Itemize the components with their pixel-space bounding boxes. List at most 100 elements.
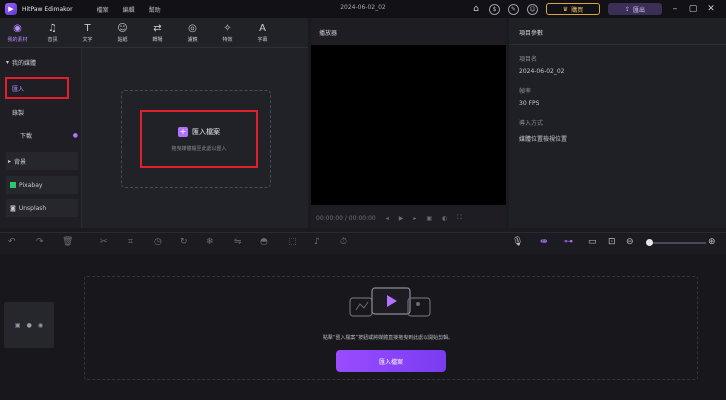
fullscreen-icon[interactable]: ⛶ (457, 214, 461, 222)
zoom-out-icon[interactable]: ⊖ (626, 237, 634, 247)
next-frame-icon[interactable]: ▸ (413, 215, 416, 222)
sticker-icon: ☺ (117, 22, 128, 34)
crop-icon[interactable]: ⌗ (128, 237, 133, 247)
import-title: 匯入檔案 (192, 127, 220, 136)
track-icon[interactable]: ▭ (588, 237, 597, 247)
delete-icon[interactable]: 🗑 (62, 237, 73, 247)
mirror-icon[interactable]: ⇋ (234, 237, 242, 247)
tab-label: 濾鏡 (187, 36, 198, 43)
tab-sticker[interactable]: ☺ 貼紙 (105, 18, 140, 48)
tab-filter[interactable]: ◎ 濾鏡 (175, 18, 210, 48)
properties-panel: 項目參數 項目名 2024-06-02_02 幀率 30 FPS 導入方式 媒體… (509, 18, 726, 228)
plus-icon: + (178, 126, 188, 137)
timer-icon[interactable]: ⏱ (340, 237, 347, 247)
timeline-toolbar (0, 232, 726, 254)
tab-label: 字幕 (257, 36, 268, 43)
sidebar-item-label: 下載 (20, 133, 33, 140)
sidebar-item-label: Pixabay (19, 181, 43, 189)
account-icon[interactable]: ☺ (527, 3, 538, 15)
tab-subtitle[interactable]: A 字幕 (245, 18, 280, 48)
close-icon[interactable]: ✕ (706, 4, 716, 14)
play-icon[interactable]: ▶ (399, 215, 404, 222)
tab-label: 文字 (82, 36, 93, 43)
sidebar-item-unsplash[interactable]: ◙ Unsplash (6, 199, 78, 217)
crop-frame-icon[interactable]: ⬚ (288, 237, 297, 247)
sidebar-section-label: 背景 (14, 158, 27, 166)
sidebar: ▾ 我的媒體 匯入 錄製 下載 ● ▸ 背景 Pixabay ◙ Unsplash (0, 48, 82, 228)
upgrade-button[interactable]: ♛ 購買 (546, 3, 600, 15)
snap-icon[interactable]: ⇼ (540, 237, 548, 247)
fit-icon[interactable]: ⊡ (608, 237, 616, 247)
export-label: 匯出 (633, 6, 646, 14)
microphone-icon[interactable]: 🎙 (512, 237, 523, 247)
tab-text[interactable]: T 文字 (70, 18, 105, 48)
track-header: ▣ ● ◉ (4, 302, 54, 348)
tab-audio[interactable]: ♫ 音訊 (35, 18, 70, 48)
maximize-icon[interactable]: ▢ (688, 4, 698, 14)
snapshot-icon[interactable]: ▣ (426, 215, 432, 222)
import-subtitle: 拖曳媒體檔至此處以匯入 (171, 145, 227, 152)
properties-title: 項目參數 (519, 30, 544, 37)
tab-transition[interactable]: ⇄ 轉場 (140, 18, 175, 48)
sidebar-item-record[interactable]: 錄製 (6, 108, 78, 117)
folder-icon: ◉ (13, 22, 22, 34)
transition-icon: ⇄ (153, 22, 162, 34)
tab-label: 轉場 (152, 36, 163, 43)
effect-icon: ✧ (223, 22, 232, 34)
undo-icon[interactable]: ↶ (8, 237, 16, 247)
music-icon: ♫ (48, 22, 57, 34)
tab-label: 我的素材 (7, 36, 28, 43)
audio-detach-icon[interactable]: ♪ (314, 237, 320, 247)
dollar-icon[interactable]: $ (489, 3, 500, 15)
import-files-button[interactable]: 匯入檔案 (336, 350, 446, 372)
export-button[interactable]: ⇪ 匯出 (608, 3, 662, 15)
feedback-icon[interactable]: ✎ (508, 3, 519, 15)
sidebar-item-pixabay[interactable]: Pixabay (6, 176, 78, 194)
redo-icon[interactable]: ↷ (36, 237, 44, 247)
timeline-hint: 點擊“匯入檔案”按鈕或將媒體直接拖曳到此處以開始剪輯。 (322, 335, 454, 341)
caret-right-icon: ▸ (8, 157, 12, 165)
split-icon[interactable]: ✂ (100, 237, 108, 247)
prev-frame-icon[interactable]: ◂ (386, 215, 389, 222)
player-controls: 00:00:00 / 00:00:00 ◂ ▶ ▸ ▣ ◐ ⛶ (316, 214, 506, 222)
tab-label: 音訊 (47, 36, 58, 43)
zoom-in-icon[interactable]: ⊕ (708, 237, 716, 247)
sidebar-item-import[interactable]: 匯入 (5, 77, 69, 99)
unsplash-icon: ◙ (10, 204, 16, 212)
home-icon[interactable]: ⌂ (471, 4, 481, 14)
tab-bar: ◉ 我的素材 ♫ 音訊 T 文字 ☺ 貼紙 ⇄ 轉場 ◎ 濾鏡 ✧ 特效 A 字幕 (0, 18, 308, 48)
sidebar-section-media[interactable]: ▾ 我的媒體 (6, 58, 78, 67)
crown-icon: ♛ (562, 5, 569, 13)
zoom-slider[interactable] (650, 242, 706, 244)
pixabay-icon (10, 182, 16, 188)
filter-icon: ◎ (188, 22, 197, 34)
caret-down-icon: ▾ (6, 59, 10, 66)
text-icon: T (84, 22, 91, 34)
media-illustration-icon (348, 284, 432, 324)
fps-value: 30 FPS (519, 100, 540, 107)
mask-icon[interactable]: ◓ (260, 237, 268, 247)
sidebar-section-label: 我的媒體 (12, 60, 37, 67)
minimize-icon[interactable]: – (670, 4, 680, 14)
sidebar-item-label: 錄製 (12, 110, 25, 117)
import-file-button[interactable]: + 匯入檔案 拖曳媒體檔至此處以匯入 (140, 110, 258, 168)
track-visible-icon[interactable]: ◉ (38, 322, 43, 329)
sidebar-item-download[interactable]: 下載 ● (6, 131, 78, 140)
link-icon[interactable]: ⊶ (564, 237, 573, 247)
sidebar-section-background[interactable]: ▸ 背景 (6, 152, 78, 170)
tab-label: 特效 (222, 36, 233, 43)
zoom-slider-handle[interactable] (646, 239, 653, 246)
subtitle-icon: A (259, 22, 266, 34)
volume-icon[interactable]: ◐ (442, 215, 447, 222)
project-name-value: 2024-06-02_02 (519, 68, 565, 75)
rotate-icon[interactable]: ↻ (180, 237, 188, 247)
tab-my-media[interactable]: ◉ 我的素材 (0, 18, 35, 48)
tab-effect[interactable]: ✧ 特效 (210, 18, 245, 48)
location-label: 導入方式 (519, 120, 544, 127)
dot-icon: ● (72, 132, 78, 139)
upgrade-label: 購買 (571, 6, 584, 14)
track-lock-icon[interactable]: ● (27, 322, 32, 329)
freeze-icon[interactable]: ❄ (206, 237, 214, 247)
speed-icon[interactable]: ◷ (154, 237, 162, 247)
track-video-icon[interactable]: ▣ (15, 322, 21, 329)
